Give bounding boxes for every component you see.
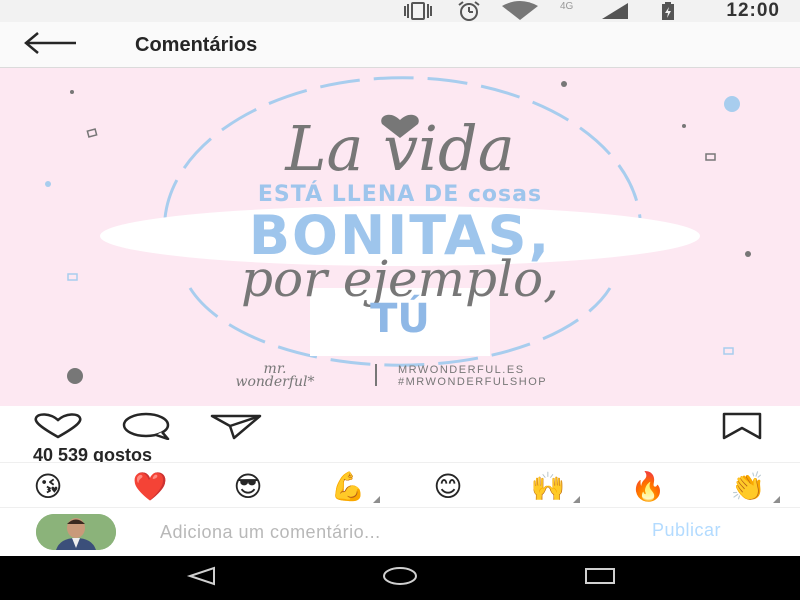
brand-separator — [375, 364, 377, 386]
arrow-left-icon — [22, 31, 78, 60]
comment-button[interactable] — [118, 412, 174, 444]
post-actions — [0, 406, 800, 446]
recents-square-icon — [582, 566, 618, 591]
clock: 12:00 — [726, 0, 780, 21]
wifi-icon — [500, 0, 540, 22]
page-title: Comentários — [135, 34, 258, 56]
bookmark-icon — [720, 412, 764, 445]
network-type-label: 4G — [560, 1, 574, 12]
brand-logo-bottom: wonderful* — [235, 374, 315, 390]
like-button[interactable] — [30, 412, 86, 444]
nav-back-button[interactable] — [180, 564, 220, 592]
back-button[interactable] — [22, 30, 82, 60]
alarm-icon — [452, 0, 486, 22]
skin-tone-indicator — [373, 496, 380, 503]
emoji-quick-reactions: 😘 ❤️ 😎 💪 😊 🙌 🔥 👏 — [0, 462, 800, 508]
post-image: La vida ESTÁ LLENA DE cosas BONITAS, por… — [0, 68, 800, 406]
signal-icon — [600, 0, 632, 22]
nav-recents-button[interactable] — [580, 564, 620, 592]
emoji-fire-button[interactable]: 🔥 — [618, 469, 678, 503]
brand-site-url: MRWONDERFUL.ES — [398, 364, 525, 376]
image-text-la-vida: La vida — [285, 112, 515, 185]
skin-tone-indicator — [773, 496, 780, 503]
comment-bubble-icon — [118, 412, 174, 445]
comment-input[interactable] — [160, 516, 620, 548]
skin-tone-indicator — [573, 496, 580, 503]
avatar — [36, 514, 116, 550]
emoji-raised-hands-button[interactable]: 🙌 — [518, 469, 580, 503]
emoji-heart-button[interactable]: ❤️ — [120, 469, 180, 503]
image-text-tu: TÚ — [370, 296, 430, 342]
emoji-flexed-biceps-button[interactable]: 💪 — [318, 469, 380, 503]
brand-site: MRWONDERFUL.ES #MRWONDERFULSHOP — [398, 364, 547, 388]
system-nav-bar — [0, 556, 800, 600]
publish-button[interactable]: Publicar — [652, 520, 721, 541]
emoji-sunglasses-button[interactable]: 😎 — [218, 469, 278, 503]
nav-home-button[interactable] — [380, 564, 420, 592]
share-button[interactable] — [208, 412, 264, 444]
emoji-kiss-button[interactable]: 😘 — [18, 469, 78, 503]
paper-plane-icon — [208, 412, 264, 445]
save-button[interactable] — [714, 412, 770, 444]
brand-hashtag: #MRWONDERFULSHOP — [398, 376, 548, 388]
app-header: Comentários — [0, 22, 800, 68]
likes-count[interactable]: 40 539 gostos — [33, 444, 152, 462]
battery-icon — [658, 0, 682, 22]
back-triangle-icon — [184, 566, 216, 591]
comment-composer: Publicar — [0, 508, 800, 556]
emoji-clapping-button[interactable]: 👏 — [718, 469, 780, 503]
home-circle-icon — [380, 566, 420, 591]
brand-logo: mr. wonderful* — [200, 362, 350, 390]
status-bar: 4G 12:00 — [0, 0, 800, 22]
heart-icon — [30, 412, 86, 445]
emoji-smile-button[interactable]: 😊 — [418, 469, 478, 503]
vibrate-icon — [398, 0, 438, 22]
